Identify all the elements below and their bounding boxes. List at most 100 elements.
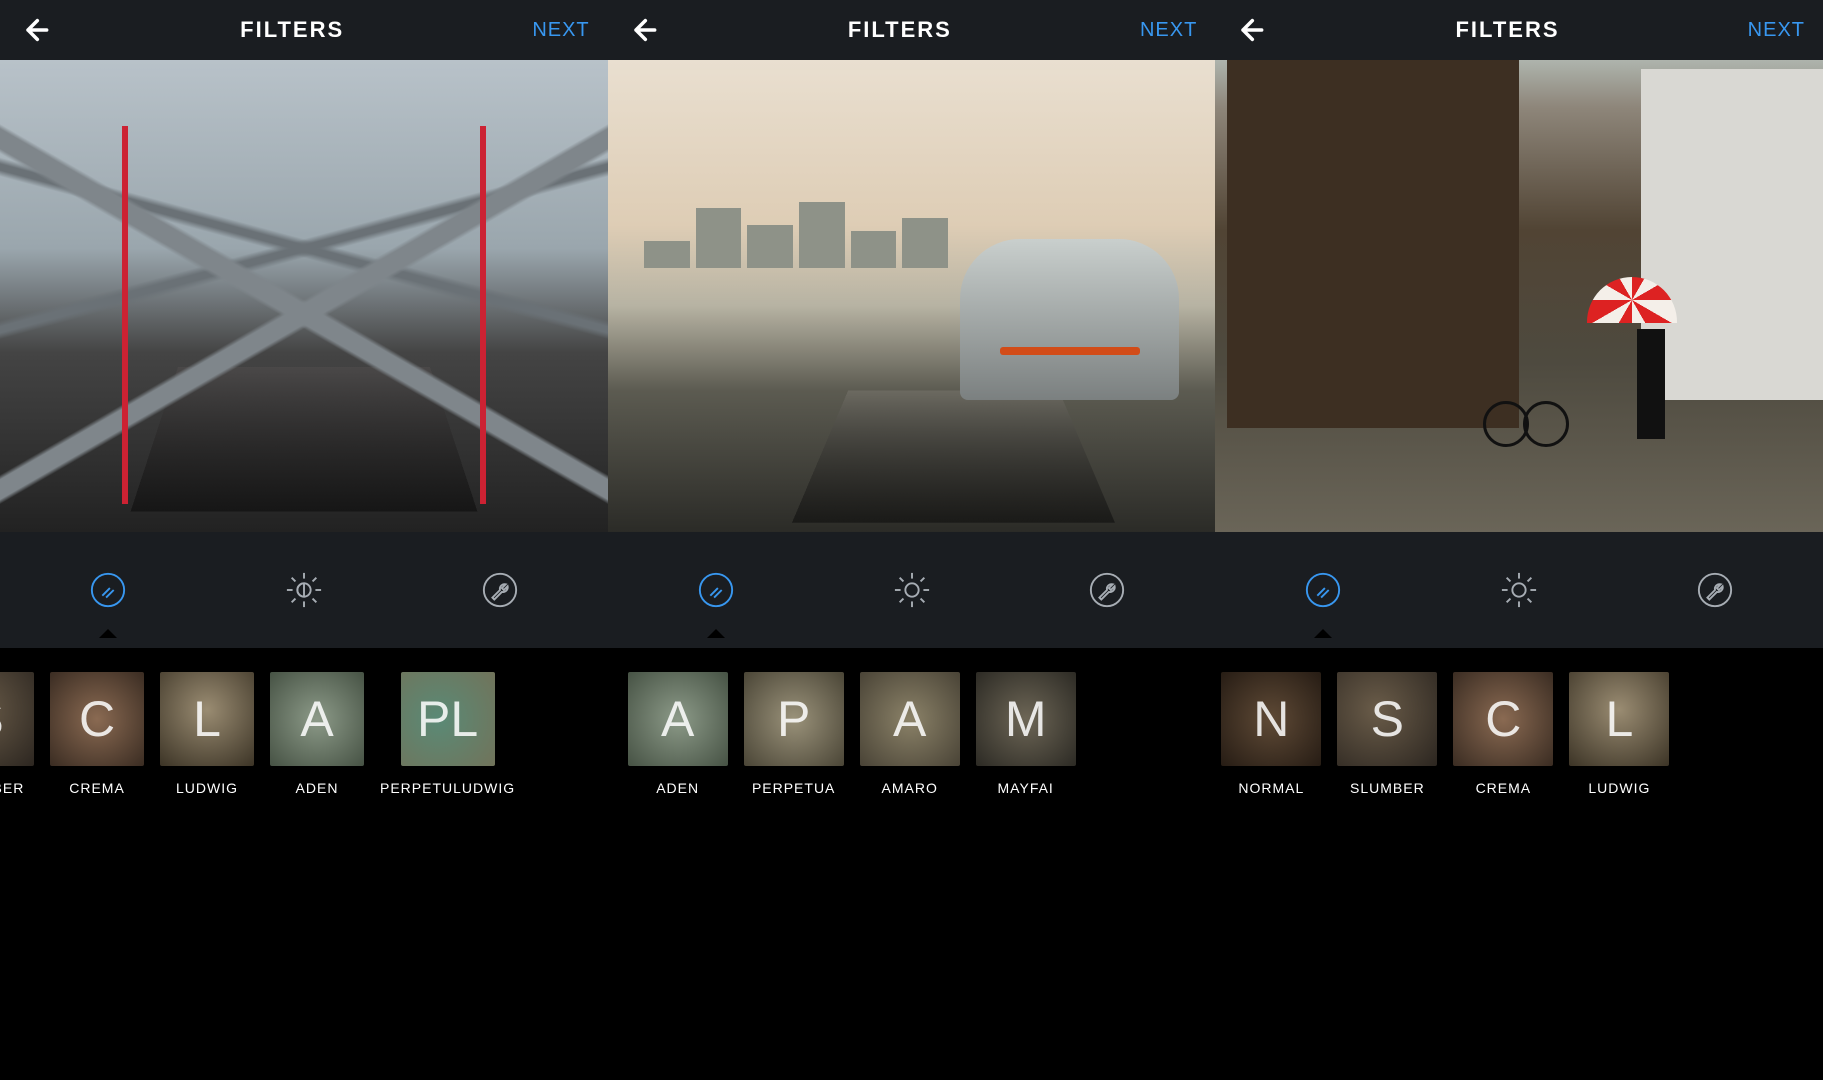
filter-thumb: L [160,672,254,766]
building-left [1227,60,1519,428]
sun-icon [893,571,931,609]
filter-item-amaro[interactable]: A AMARO [860,672,960,796]
speed-icon [89,571,127,609]
filter-thumb: N [1221,672,1321,766]
filter-thumb: M [976,672,1076,766]
header: FILTERS NEXT [0,0,608,60]
person [1637,329,1665,439]
filter-thumb: PL [401,672,495,766]
filter-item-ludwig[interactable]: L LUDWIG [160,672,254,796]
back-arrow-icon [1236,16,1264,44]
filter-tool[interactable] [1301,568,1345,612]
filter-item-slumber[interactable]: S SLUMBER [0,672,34,796]
filter-thumbs: S SLUMBER CCREMA L LUDWIG A ADEN PL PERPETUL… [0,672,608,796]
filter-label: CREMA [1476,780,1532,796]
filter-label: ADEN [656,780,699,796]
bridge-beams [0,60,608,532]
wrench-icon [1088,571,1126,609]
filter-label: NORMAL [1238,780,1304,796]
filter-item-crema[interactable]: CCREMA [50,672,144,796]
filter-strip[interactable]: S SLUMBER CCREMA L LUDWIG A ADEN PL PERPETUL… [0,648,608,1080]
filter-thumb: C [1453,672,1553,766]
lux-tool[interactable] [1497,568,1541,612]
filter-tool[interactable] [694,568,738,612]
screen-1: FILTERS NEXT SSLUMBER CCREMA LLUDW [0,0,608,1080]
lux-tool[interactable] [282,568,326,612]
tool-tabs [0,532,608,648]
sun-icon [285,571,323,609]
filter-label: MAYFAI [998,780,1054,796]
next-button[interactable]: NEXT [1140,19,1197,42]
photo-preview[interactable] [608,60,1216,532]
header: FILTERS NEXT [1215,0,1823,60]
track [792,390,1116,523]
filter-label: LUDWIG [1588,780,1650,796]
back-arrow-icon [629,16,657,44]
edit-tool[interactable] [478,568,522,612]
back-button[interactable] [18,13,52,47]
screens-row: FILTERS NEXT SSLUMBER CCREMA LLUDW [0,0,1823,1080]
page-title: FILTERS [240,17,344,43]
filter-item-mayfai[interactable]: M MAYFAI [976,672,1076,796]
active-indicator-icon [1314,629,1332,638]
page-title: FILTERS [1455,17,1559,43]
bridge-rail-left [122,126,128,504]
filter-item-aden[interactable]: A ADEN [628,672,728,796]
photo-preview[interactable] [0,60,608,532]
wrench-icon [1696,571,1734,609]
building-right [1641,69,1823,399]
filter-item-ludwig[interactable]: L LUDWIG [1569,672,1669,796]
filter-item-slumber[interactable]: S SLUMBER [1337,672,1437,796]
filter-label: AMARO [882,780,938,796]
filter-thumbs: A ADEN P PERPETUA A AMARO M MAYFAI [608,672,1216,796]
filter-strip[interactable]: N NORMAL S SLUMBER C CREMA L LUDWIG [1215,648,1823,1080]
back-button[interactable] [1233,13,1267,47]
next-button[interactable]: NEXT [1748,19,1805,42]
tool-tabs [608,532,1216,648]
filter-thumb: L [1569,672,1669,766]
filter-thumb: A [628,672,728,766]
bridge-rail-right [480,126,486,504]
filter-item-perpetua[interactable]: P PERPETUA [744,672,844,796]
filter-item-crema[interactable]: C CREMA [1453,672,1553,796]
speed-icon [697,571,735,609]
filter-thumb: S [1337,672,1437,766]
filter-label: LUDWIG [176,780,238,796]
lux-tool[interactable] [890,568,934,612]
bicycle [1483,397,1569,447]
filter-label: SLUMBER [1350,780,1425,796]
filter-thumb: S [0,672,34,766]
filter-item-perpetuludwig[interactable]: PL PERPETULUDWIG [380,672,515,796]
filter-label: PERPETUA [752,780,835,796]
filter-item-aden[interactable]: A ADEN [270,672,364,796]
filter-thumb: A [860,672,960,766]
active-indicator-icon [707,629,725,638]
edit-tool[interactable] [1085,568,1129,612]
page-title: FILTERS [848,17,952,43]
filter-label: CREMA [69,780,125,796]
next-button[interactable]: NEXT [532,19,589,42]
sun-icon [1500,571,1538,609]
filter-thumb: A [270,672,364,766]
wrench-icon [481,571,519,609]
train [960,239,1179,399]
speed-icon [1304,571,1342,609]
filter-thumbs: N NORMAL S SLUMBER C CREMA L LUDWIG [1215,672,1823,796]
filter-label: ADEN [296,780,339,796]
filter-strip[interactable]: A ADEN P PERPETUA A AMARO M MAYFAI [608,648,1216,1080]
edit-tool[interactable] [1693,568,1737,612]
filter-label: PERPETULUDWIG [380,780,515,796]
filter-item-normal[interactable]: N NORMAL [1221,672,1321,796]
back-button[interactable] [626,13,660,47]
screen-3: FILTERS NEXT NNORMAL SSLUMBE [1215,0,1823,1080]
back-arrow-icon [21,16,49,44]
photo-preview[interactable] [1215,60,1823,532]
header: FILTERS NEXT [608,0,1216,60]
filter-thumb: P [744,672,844,766]
filter-label: SLUMBER [0,780,24,796]
filter-tool[interactable] [86,568,130,612]
active-indicator-icon [99,629,117,638]
screen-2: FILTERS NEXT AADEN PPERPETUA AAMAR [608,0,1216,1080]
tool-tabs [1215,532,1823,648]
skyline [644,202,948,268]
